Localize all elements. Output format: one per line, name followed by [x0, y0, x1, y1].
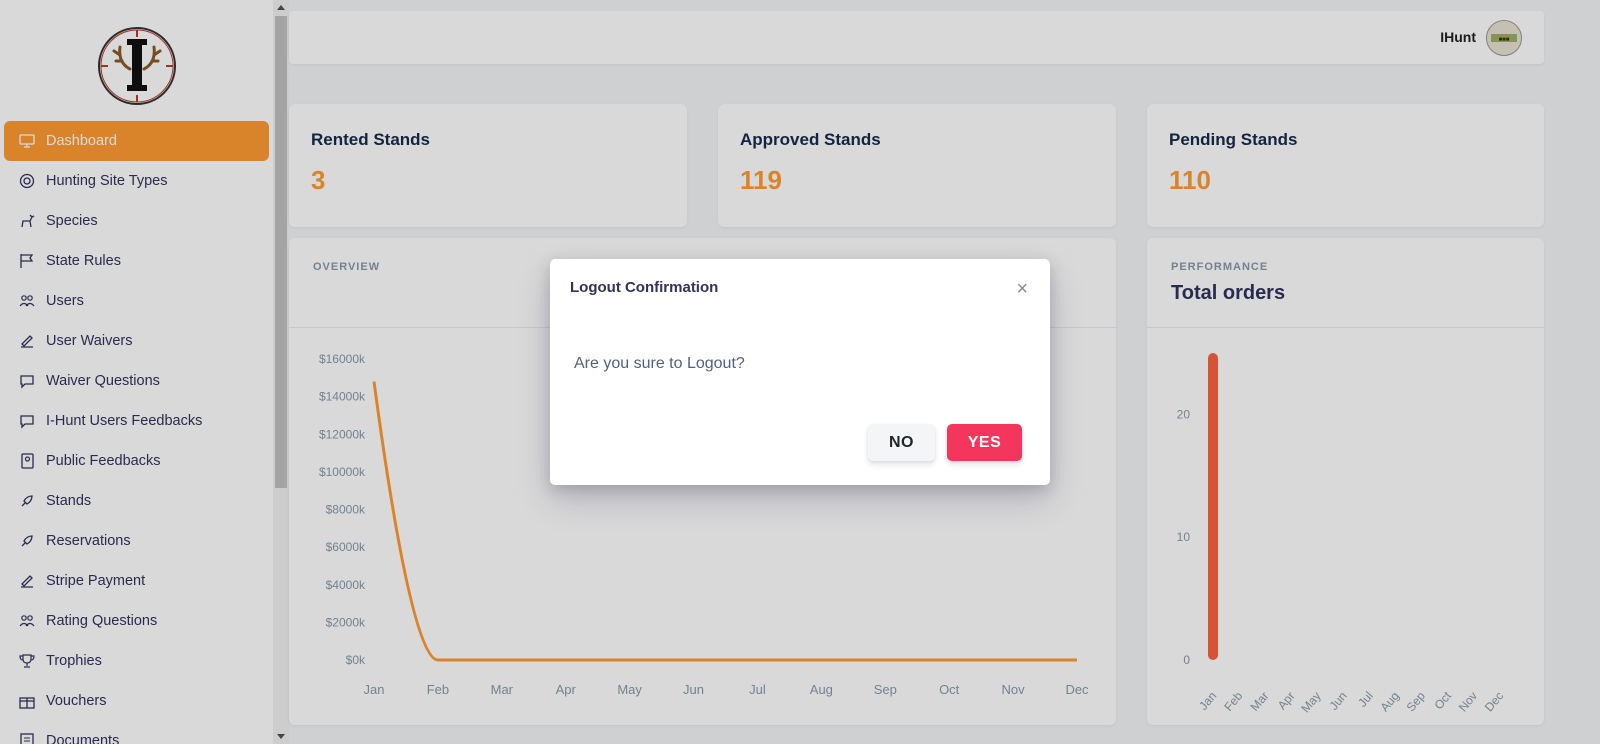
logout-modal: Logout Confirmation × Are you sure to Lo…: [550, 259, 1050, 485]
yes-button[interactable]: YES: [947, 424, 1022, 461]
modal-message: Are you sure to Logout?: [574, 355, 745, 372]
no-button[interactable]: NO: [868, 424, 935, 461]
close-icon[interactable]: ×: [1016, 279, 1028, 299]
modal-title: Logout Confirmation: [570, 279, 719, 296]
